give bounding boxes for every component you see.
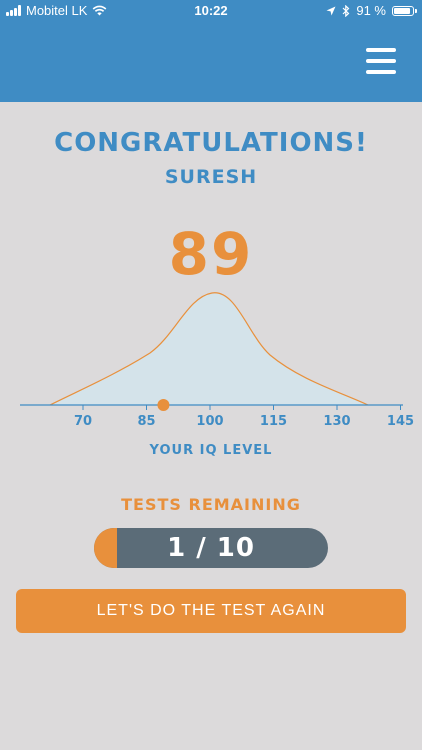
hamburger-menu-icon[interactable] xyxy=(366,48,396,74)
x-tick-label: 130 xyxy=(323,414,350,429)
retake-test-button[interactable]: LET'S DO THE TEST AGAIN xyxy=(16,589,406,633)
tests-progress-bar: 1 / 10 xyxy=(94,528,328,568)
x-tick-label: 115 xyxy=(260,414,287,429)
tests-progress-text: 1 / 10 xyxy=(167,533,255,563)
top-nav-bar xyxy=(0,22,422,102)
score-marker xyxy=(157,399,170,411)
distribution-area xyxy=(50,292,368,405)
location-icon xyxy=(326,6,336,15)
x-tick-label: 85 xyxy=(137,414,155,429)
status-bar: Mobitel LK 10:22 91 % xyxy=(0,0,422,22)
user-name: SURESH xyxy=(164,166,258,188)
congratulations-title: CONGRATULATIONS! xyxy=(54,128,368,158)
tests-remaining-label: TESTS REMAINING xyxy=(121,495,301,514)
x-tick-label: 145 xyxy=(387,414,414,429)
status-right: 91 % xyxy=(326,3,417,18)
bluetooth-icon xyxy=(342,4,350,17)
battery-level-fill xyxy=(394,7,411,14)
iq-distribution-chart: 70 85 100 115 130 145 xyxy=(20,292,414,429)
x-axis-ticks: 70 85 100 115 130 145 xyxy=(74,405,414,429)
x-tick-label: 70 xyxy=(74,414,92,429)
iq-score: 89 xyxy=(168,220,254,288)
x-tick-label: 100 xyxy=(196,414,223,429)
battery-label: 91 % xyxy=(356,3,386,18)
iq-level-label: YOUR IQ LEVEL xyxy=(149,443,273,458)
battery-icon xyxy=(392,5,417,16)
